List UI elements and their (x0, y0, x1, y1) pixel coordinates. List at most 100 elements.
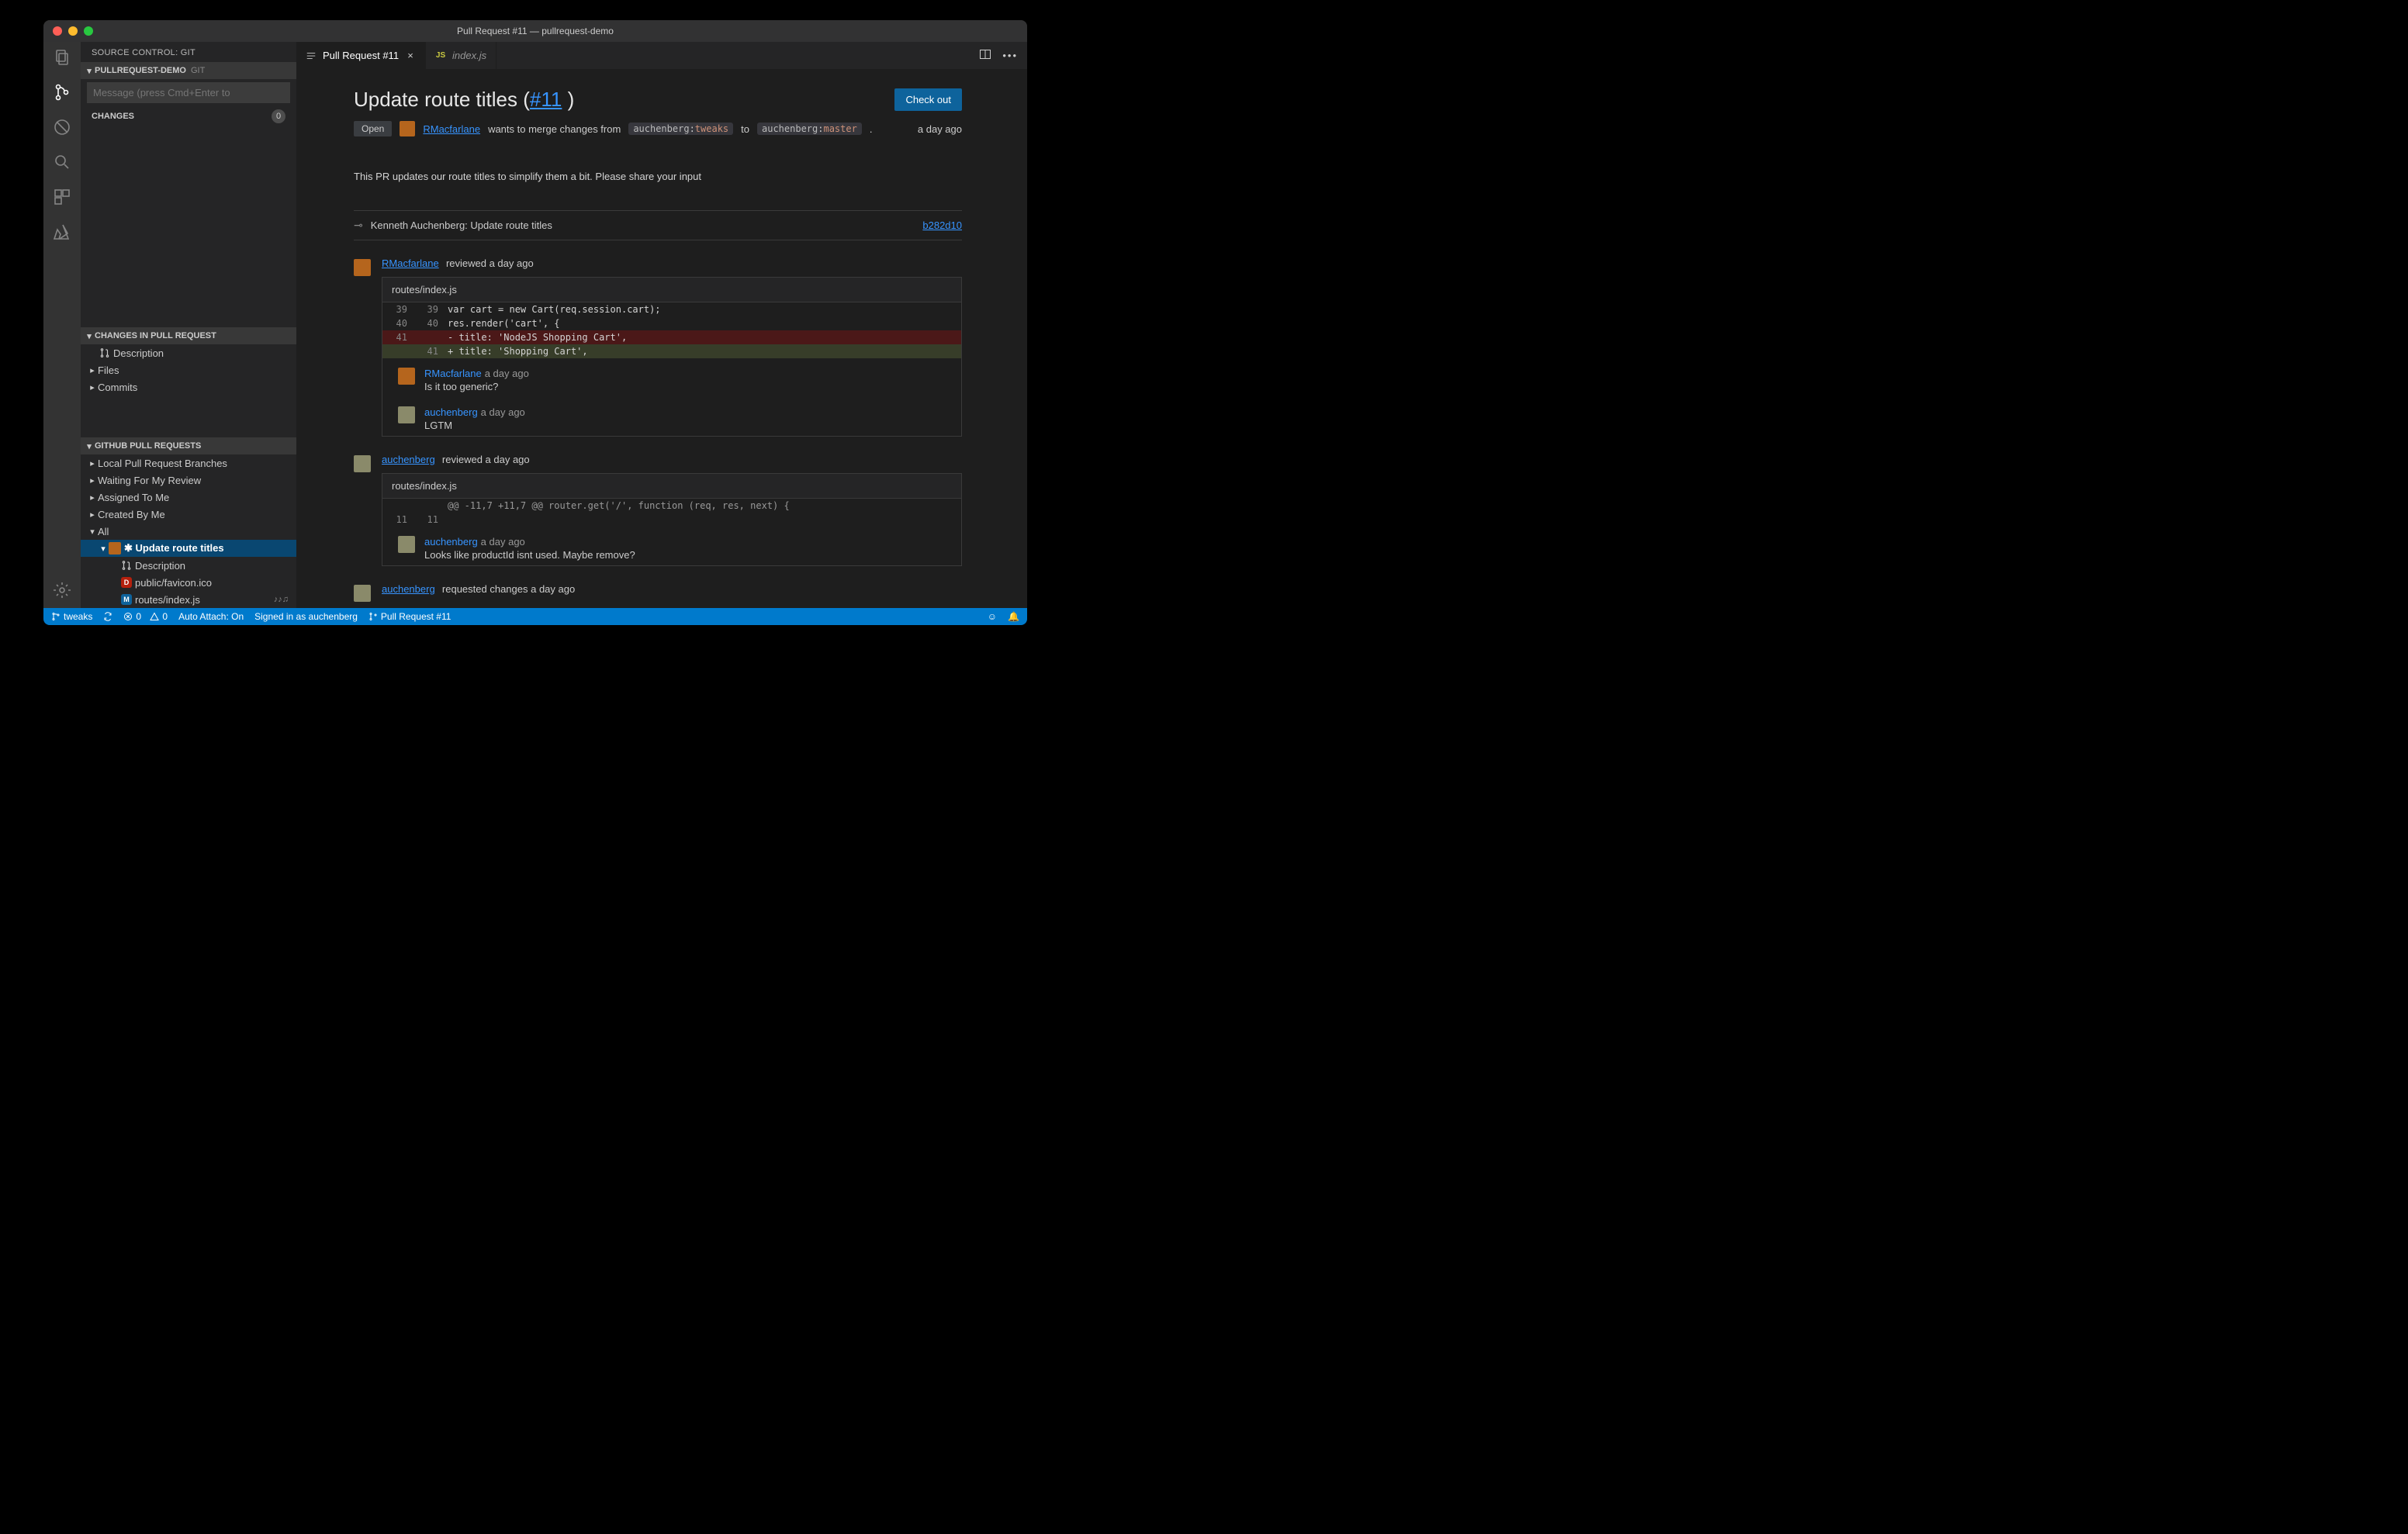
merge-text-to: to (741, 123, 749, 135)
comment-author[interactable]: auchenberg (424, 536, 478, 548)
comment-body: Is it too generic? (424, 381, 529, 392)
search-activity-icon[interactable] (53, 153, 71, 174)
review-item: RMacfarlane reviewed a day ago routes/ind… (354, 257, 962, 437)
status-problems[interactable]: 0 0 (123, 611, 168, 622)
settings-gear-icon[interactable] (53, 581, 71, 602)
repo-section-header[interactable]: ▾ PULLREQUEST-DEMO GIT (81, 62, 296, 79)
item-label: All (98, 526, 109, 537)
editor-tab[interactable]: JSindex.js (426, 42, 496, 69)
reviewer-link[interactable]: RMacfarlane (382, 257, 439, 269)
to-branch: auchenberg:master (757, 123, 862, 135)
pr-description: This PR updates our route titles to simp… (354, 171, 962, 182)
review-item: auchenberg reviewed a day agoroutes/inde… (354, 454, 962, 566)
editor-tab[interactable]: Pull Request #11 × (296, 42, 426, 69)
sidebar-pr-item[interactable]: Description (81, 344, 296, 361)
split-editor-icon[interactable] (979, 48, 991, 63)
sidebar-gh-item[interactable]: Mroutes/index.js♪♪♫ (81, 591, 296, 608)
more-actions-icon[interactable]: ••• (1002, 50, 1018, 61)
diff-line: 3939var cart = new Cart(req.session.cart… (382, 302, 961, 316)
sidebar-gh-item[interactable]: ▾✱ Update route titles (81, 540, 296, 557)
status-signed-in[interactable]: Signed in as auchenberg (254, 611, 358, 622)
app-window: Pull Request #11 — pullrequest-demo SOUR… (43, 20, 1027, 625)
comment-body: Looks like productId isnt used. Maybe re… (424, 549, 635, 561)
changes-header[interactable]: CHANGES 0 (81, 103, 296, 130)
scm-activity-icon[interactable] (53, 83, 71, 104)
status-bell-icon[interactable]: 🔔 (1008, 611, 1019, 622)
section-label: CHANGES IN PULL REQUEST (95, 331, 216, 340)
comment-author[interactable]: RMacfarlane (424, 368, 482, 379)
chevron-down-icon: ▾ (84, 331, 95, 341)
sidebar-gh-item[interactable]: Description (81, 557, 296, 574)
diff-line: @@ -11,7 +11,7 @@ router.get('/', functi… (382, 499, 961, 513)
pr-list-icon (306, 50, 317, 61)
commit-sha-link[interactable]: b282d10 (922, 219, 962, 231)
pr-state-badge: Open (354, 121, 392, 136)
diff-line: 1111 (382, 513, 961, 527)
tab-label: Pull Request #11 (323, 50, 399, 61)
chevron-down-icon: ▾ (84, 66, 95, 76)
file-status-icon: M (121, 594, 132, 605)
from-branch: auchenberg:tweaks (628, 123, 733, 135)
review-diff-box: routes/index.js3939var cart = new Cart(r… (382, 277, 962, 437)
sidebar-pr-item[interactable]: ▸Commits (81, 378, 296, 396)
status-feedback-icon[interactable]: ☺ (988, 611, 997, 622)
status-sync[interactable] (103, 612, 112, 621)
comment-avatar (398, 368, 415, 385)
reviewer-link[interactable]: auchenberg (382, 454, 435, 465)
files-activity-icon[interactable] (53, 48, 71, 69)
sidebar-pr-item[interactable]: ▸Files (81, 361, 296, 378)
diff-file-header[interactable]: routes/index.js (382, 474, 961, 499)
sidebar: SOURCE CONTROL: GIT ▾ PULLREQUEST-DEMO G… (81, 42, 296, 608)
item-label: Description (135, 560, 185, 572)
pr-title: Update route titles (#11 ) (354, 88, 574, 112)
reviewer-avatar (354, 585, 371, 602)
merge-text-end: . (870, 123, 873, 135)
chevron-icon: ▸ (87, 475, 98, 485)
author-link[interactable]: RMacfarlane (423, 123, 480, 135)
status-auto-attach[interactable]: Auto Attach: On (178, 611, 244, 622)
extensions-activity-icon[interactable] (53, 188, 71, 209)
debug-activity-icon[interactable] (53, 118, 71, 139)
pr-title-suffix: ) (562, 88, 574, 111)
chevron-icon: ▸ (87, 382, 98, 392)
item-label: ✱ Update route titles (124, 542, 224, 555)
reviewer-link[interactable]: auchenberg (382, 583, 435, 595)
comment-avatar (398, 536, 415, 553)
chevron-down-icon: ▾ (84, 441, 95, 451)
item-label: Files (98, 364, 119, 376)
pr-title-text: Update route titles ( (354, 88, 530, 111)
sidebar-gh-item[interactable]: ▸Local Pull Request Branches (81, 454, 296, 472)
pr-changes-section-header[interactable]: ▾ CHANGES IN PULL REQUEST (81, 327, 296, 344)
repo-provider: GIT (191, 66, 205, 75)
sidebar-gh-item[interactable]: ▾All (81, 523, 296, 540)
pr-content: Update route titles (#11 ) Check out Ope… (296, 69, 1027, 608)
changes-count-badge: 0 (272, 109, 285, 123)
sidebar-gh-item[interactable]: ▸Created By Me (81, 506, 296, 523)
tab-label: index.js (452, 50, 486, 61)
comment-author[interactable]: auchenberg (424, 406, 478, 418)
checkout-button[interactable]: Check out (894, 88, 962, 111)
chevron-icon: ▸ (87, 492, 98, 503)
diff-file-header[interactable]: routes/index.js (382, 278, 961, 302)
sidebar-gh-item[interactable]: ▸Assigned To Me (81, 489, 296, 506)
chevron-icon: ▾ (87, 527, 98, 537)
chevron-icon: ▸ (87, 365, 98, 375)
github-pr-section-header[interactable]: ▾ GITHUB PULL REQUESTS (81, 437, 296, 454)
file-status-icon: D (121, 577, 132, 588)
status-pr[interactable]: Pull Request #11 (368, 611, 452, 622)
author-avatar-icon (109, 542, 121, 555)
diff-line: 4040res.render('cart', { (382, 316, 961, 330)
commit-message-input[interactable] (87, 82, 290, 103)
azure-activity-icon[interactable] (53, 223, 71, 244)
review-action: reviewed a day ago (446, 257, 534, 269)
sidebar-title: SOURCE CONTROL: GIT (81, 42, 296, 62)
comment-time: a day ago (485, 368, 529, 379)
status-branch[interactable]: tweaks (51, 611, 92, 622)
pr-number-link[interactable]: #11 (530, 88, 562, 111)
item-label: Commits (98, 382, 137, 393)
item-label: routes/index.js (135, 594, 200, 606)
tab-close-icon[interactable]: × (405, 50, 416, 61)
sidebar-gh-item[interactable]: ▸Waiting For My Review (81, 472, 296, 489)
sidebar-gh-item[interactable]: Dpublic/favicon.ico (81, 574, 296, 591)
item-label: Waiting For My Review (98, 475, 201, 486)
